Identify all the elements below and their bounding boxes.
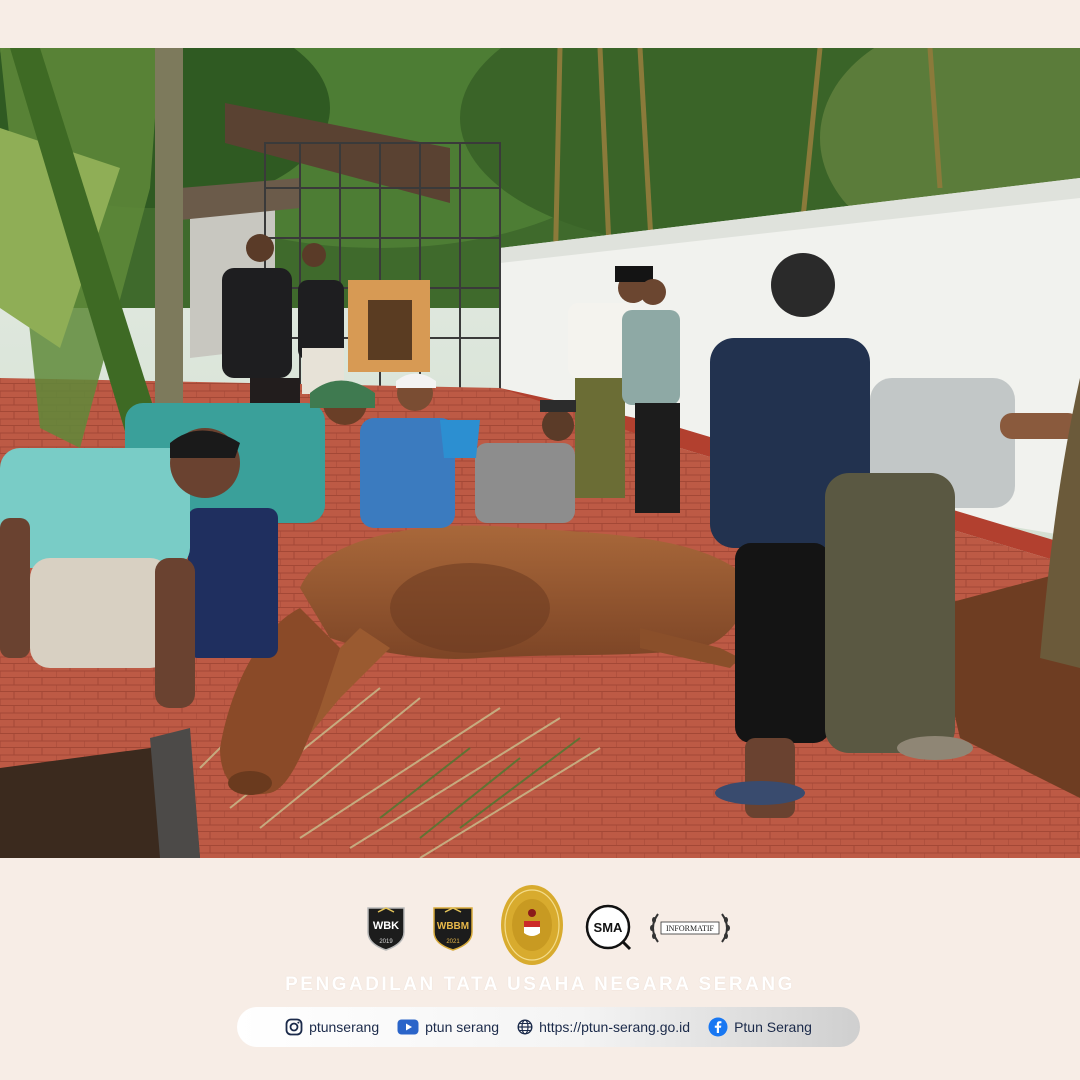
website-link[interactable]: https://ptun-serang.go.id [517, 1019, 690, 1035]
sma-logo: SMA [584, 903, 634, 953]
photo-illustration [0, 48, 1080, 858]
facebook-page: Ptun Serang [734, 1019, 812, 1035]
svg-text:INFORMATIF: INFORMATIF [666, 924, 715, 933]
facebook-link[interactable]: Ptun Serang [708, 1017, 812, 1037]
svg-text:2021: 2021 [446, 939, 460, 945]
youtube-link[interactable]: ptun serang [397, 1019, 499, 1035]
wbbm-badge: WBBM 2021 [430, 904, 476, 952]
social-media-bar: ptunserang ptun serang https://ptun-sera… [237, 1007, 860, 1047]
main-photo [0, 48, 1080, 858]
website-url: https://ptun-serang.go.id [539, 1019, 691, 1035]
informatif-award: INFORMATIF [646, 910, 734, 946]
globe-icon [517, 1019, 533, 1035]
svg-text:2019: 2019 [379, 939, 393, 945]
wbk-badge: WBK 2019 [364, 904, 408, 952]
ptun-seal [499, 883, 565, 967]
instagram-link[interactable]: ptunserang [285, 1018, 379, 1036]
organization-title: PENGADILAN TATA USAHA NEGARA SERANG [285, 974, 795, 995]
svg-text:WBBM: WBBM [437, 921, 469, 932]
youtube-icon [397, 1019, 419, 1035]
facebook-icon [708, 1017, 728, 1037]
instagram-icon [285, 1018, 303, 1036]
svg-text:WBK: WBK [373, 920, 399, 932]
svg-text:SMA: SMA [594, 920, 624, 935]
logos-row: WBK 2019 WBBM 2021 SMA INFORMATIF [0, 880, 1080, 976]
youtube-channel: ptun serang [425, 1019, 500, 1035]
instagram-handle: ptunserang [309, 1019, 380, 1035]
